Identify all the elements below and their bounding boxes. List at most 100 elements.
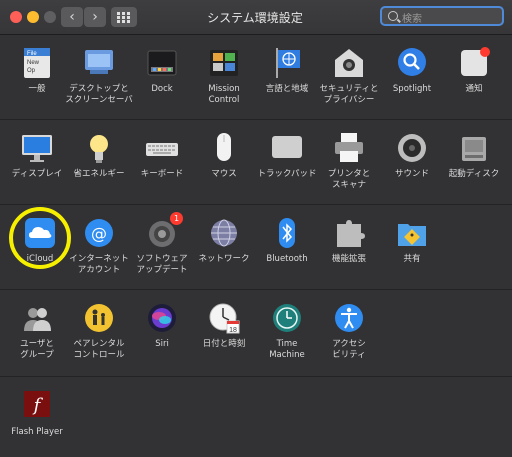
- spotlight-icon: [395, 46, 429, 80]
- software-update-icon: 1: [145, 212, 183, 250]
- language-region-icon: [270, 46, 304, 80]
- sharing-icon: [395, 216, 429, 250]
- pref-label: Spotlight: [392, 84, 432, 94]
- section-other: [0, 377, 512, 457]
- svg-text:@: @: [91, 224, 107, 243]
- general-icon: File New Op: [20, 46, 54, 80]
- pref-label: プリンタと スキャナ: [327, 169, 371, 190]
- pref-label: Dock: [151, 84, 173, 94]
- energy-saver-icon: [82, 131, 116, 165]
- pref-desktop-screensaver[interactable]: デスクトップと スクリーンセーバ: [65, 46, 133, 106]
- pref-spotlight[interactable]: Spotlight: [378, 46, 446, 95]
- forward-button[interactable]: ›: [84, 7, 106, 27]
- mission-control-icon: [207, 46, 241, 80]
- pref-label: キーボード: [140, 169, 184, 179]
- notifications-icon: [457, 46, 491, 80]
- pref-trackpad[interactable]: トラックパッド: [253, 131, 321, 180]
- pref-extensions[interactable]: 機能拡張: [315, 216, 383, 265]
- pref-general[interactable]: File New Op 一般: [3, 46, 71, 95]
- pref-label: セキュリティと プライバシー: [319, 84, 379, 105]
- security-privacy-icon: [332, 46, 366, 80]
- display-icon: [20, 131, 54, 165]
- search-icon: [388, 11, 398, 21]
- system-preferences-window: ‹ › システム環境設定 検索 File New Op 一般 デスクトップと ス…: [0, 0, 512, 457]
- svg-text:New: New: [27, 60, 40, 66]
- pref-label: Flash Player: [11, 427, 63, 437]
- update-count-badge: 1: [170, 212, 183, 225]
- pref-security-privacy[interactable]: セキュリティと プライバシー: [315, 46, 383, 106]
- pref-mission-control[interactable]: Mission Control: [190, 46, 258, 106]
- window-title: システム環境設定: [207, 11, 303, 25]
- title-bar: ‹ › システム環境設定 検索: [0, 0, 512, 35]
- pref-siri[interactable]: Siri: [128, 301, 196, 350]
- back-button[interactable]: ‹: [61, 7, 83, 27]
- pref-label: ソフトウェア アップデート: [136, 254, 188, 275]
- pref-time-machine[interactable]: Time Machine: [253, 301, 321, 361]
- pref-flash-player[interactable]: f Flash Player: [3, 389, 71, 438]
- pref-label: 一般: [28, 84, 46, 94]
- pref-label: マウス: [211, 169, 237, 179]
- keyboard-icon: [145, 131, 179, 165]
- siri-icon: [145, 301, 179, 335]
- pref-label: Time Machine: [269, 339, 305, 360]
- printer-scanner-icon: [332, 131, 366, 165]
- extensions-icon: [332, 216, 366, 250]
- pref-label: サウンド: [394, 169, 429, 179]
- pref-mouse[interactable]: マウス: [190, 131, 258, 180]
- pref-label: Siri: [155, 339, 169, 349]
- bluetooth-icon: [270, 216, 304, 250]
- pref-label: 日付と時刻: [202, 339, 246, 349]
- trackpad-icon: [270, 131, 304, 165]
- pref-parental-controls[interactable]: ペアレンタル コントロール: [65, 301, 133, 361]
- pref-label: 省エネルギー: [73, 169, 125, 179]
- minimize-window-button[interactable]: [27, 11, 39, 23]
- users-groups-icon: [20, 301, 54, 335]
- flash-player-icon: f: [20, 389, 54, 423]
- pref-accessibility[interactable]: アクセシ ビリティ: [315, 301, 383, 361]
- pref-label: 機能拡張: [331, 254, 366, 264]
- pref-printers-scanners[interactable]: プリンタと スキャナ: [315, 131, 383, 191]
- pref-energy-saver[interactable]: 省エネルギー: [65, 131, 133, 180]
- svg-text:File: File: [27, 51, 37, 57]
- dock-icon: [145, 46, 179, 80]
- pref-label: ネットワーク: [198, 254, 250, 264]
- search-placeholder: 検索: [402, 14, 422, 25]
- pref-label: 共有: [403, 254, 421, 264]
- pref-label: アクセシ ビリティ: [332, 339, 366, 360]
- desktop-screensaver-icon: [82, 46, 116, 80]
- pref-software-update[interactable]: 1 ソフトウェア アップデート: [128, 212, 196, 276]
- pref-label: ペアレンタル コントロール: [73, 339, 125, 360]
- pref-internet-accounts[interactable]: @ インターネット アカウント: [65, 216, 133, 276]
- internet-accounts-icon: @: [82, 216, 116, 250]
- close-window-button[interactable]: [10, 11, 22, 23]
- pref-date-time[interactable]: 18 日付と時刻: [190, 301, 258, 350]
- pref-sound[interactable]: サウンド: [378, 131, 446, 180]
- pref-dock[interactable]: Dock: [128, 46, 196, 95]
- pref-startup-disk[interactable]: 起動ディスク: [440, 131, 508, 180]
- pref-keyboard[interactable]: キーボード: [128, 131, 196, 180]
- search-field[interactable]: 検索: [380, 6, 504, 26]
- pref-bluetooth[interactable]: Bluetooth: [253, 216, 321, 265]
- pref-language-region[interactable]: 言語と地域: [253, 46, 321, 95]
- icloud-highlight-circle: [9, 207, 71, 269]
- accessibility-icon: [332, 301, 366, 335]
- pref-displays[interactable]: ディスプレイ: [3, 131, 71, 180]
- pref-notifications[interactable]: 通知: [440, 46, 508, 95]
- pref-network[interactable]: ネットワーク: [190, 216, 258, 265]
- zoom-window-button[interactable]: [44, 11, 56, 23]
- pref-label: Bluetooth: [266, 254, 308, 264]
- svg-text:Op: Op: [27, 68, 36, 74]
- pref-sharing[interactable]: 共有: [378, 216, 446, 265]
- pref-label: トラックパッド: [257, 169, 317, 179]
- pref-label: Mission Control: [208, 84, 240, 105]
- time-machine-icon: [270, 301, 304, 335]
- pref-users-groups[interactable]: ユーザと グループ: [3, 301, 71, 361]
- pref-label: インターネット アカウント: [69, 254, 129, 275]
- pref-label: ユーザと グループ: [20, 339, 54, 360]
- show-all-button[interactable]: [111, 7, 137, 27]
- pref-label: デスクトップと スクリーンセーバ: [65, 84, 133, 105]
- mouse-icon: [207, 131, 241, 165]
- pref-label: 通知: [465, 84, 483, 94]
- sound-icon: [395, 131, 429, 165]
- pref-label: 言語と地域: [265, 84, 309, 94]
